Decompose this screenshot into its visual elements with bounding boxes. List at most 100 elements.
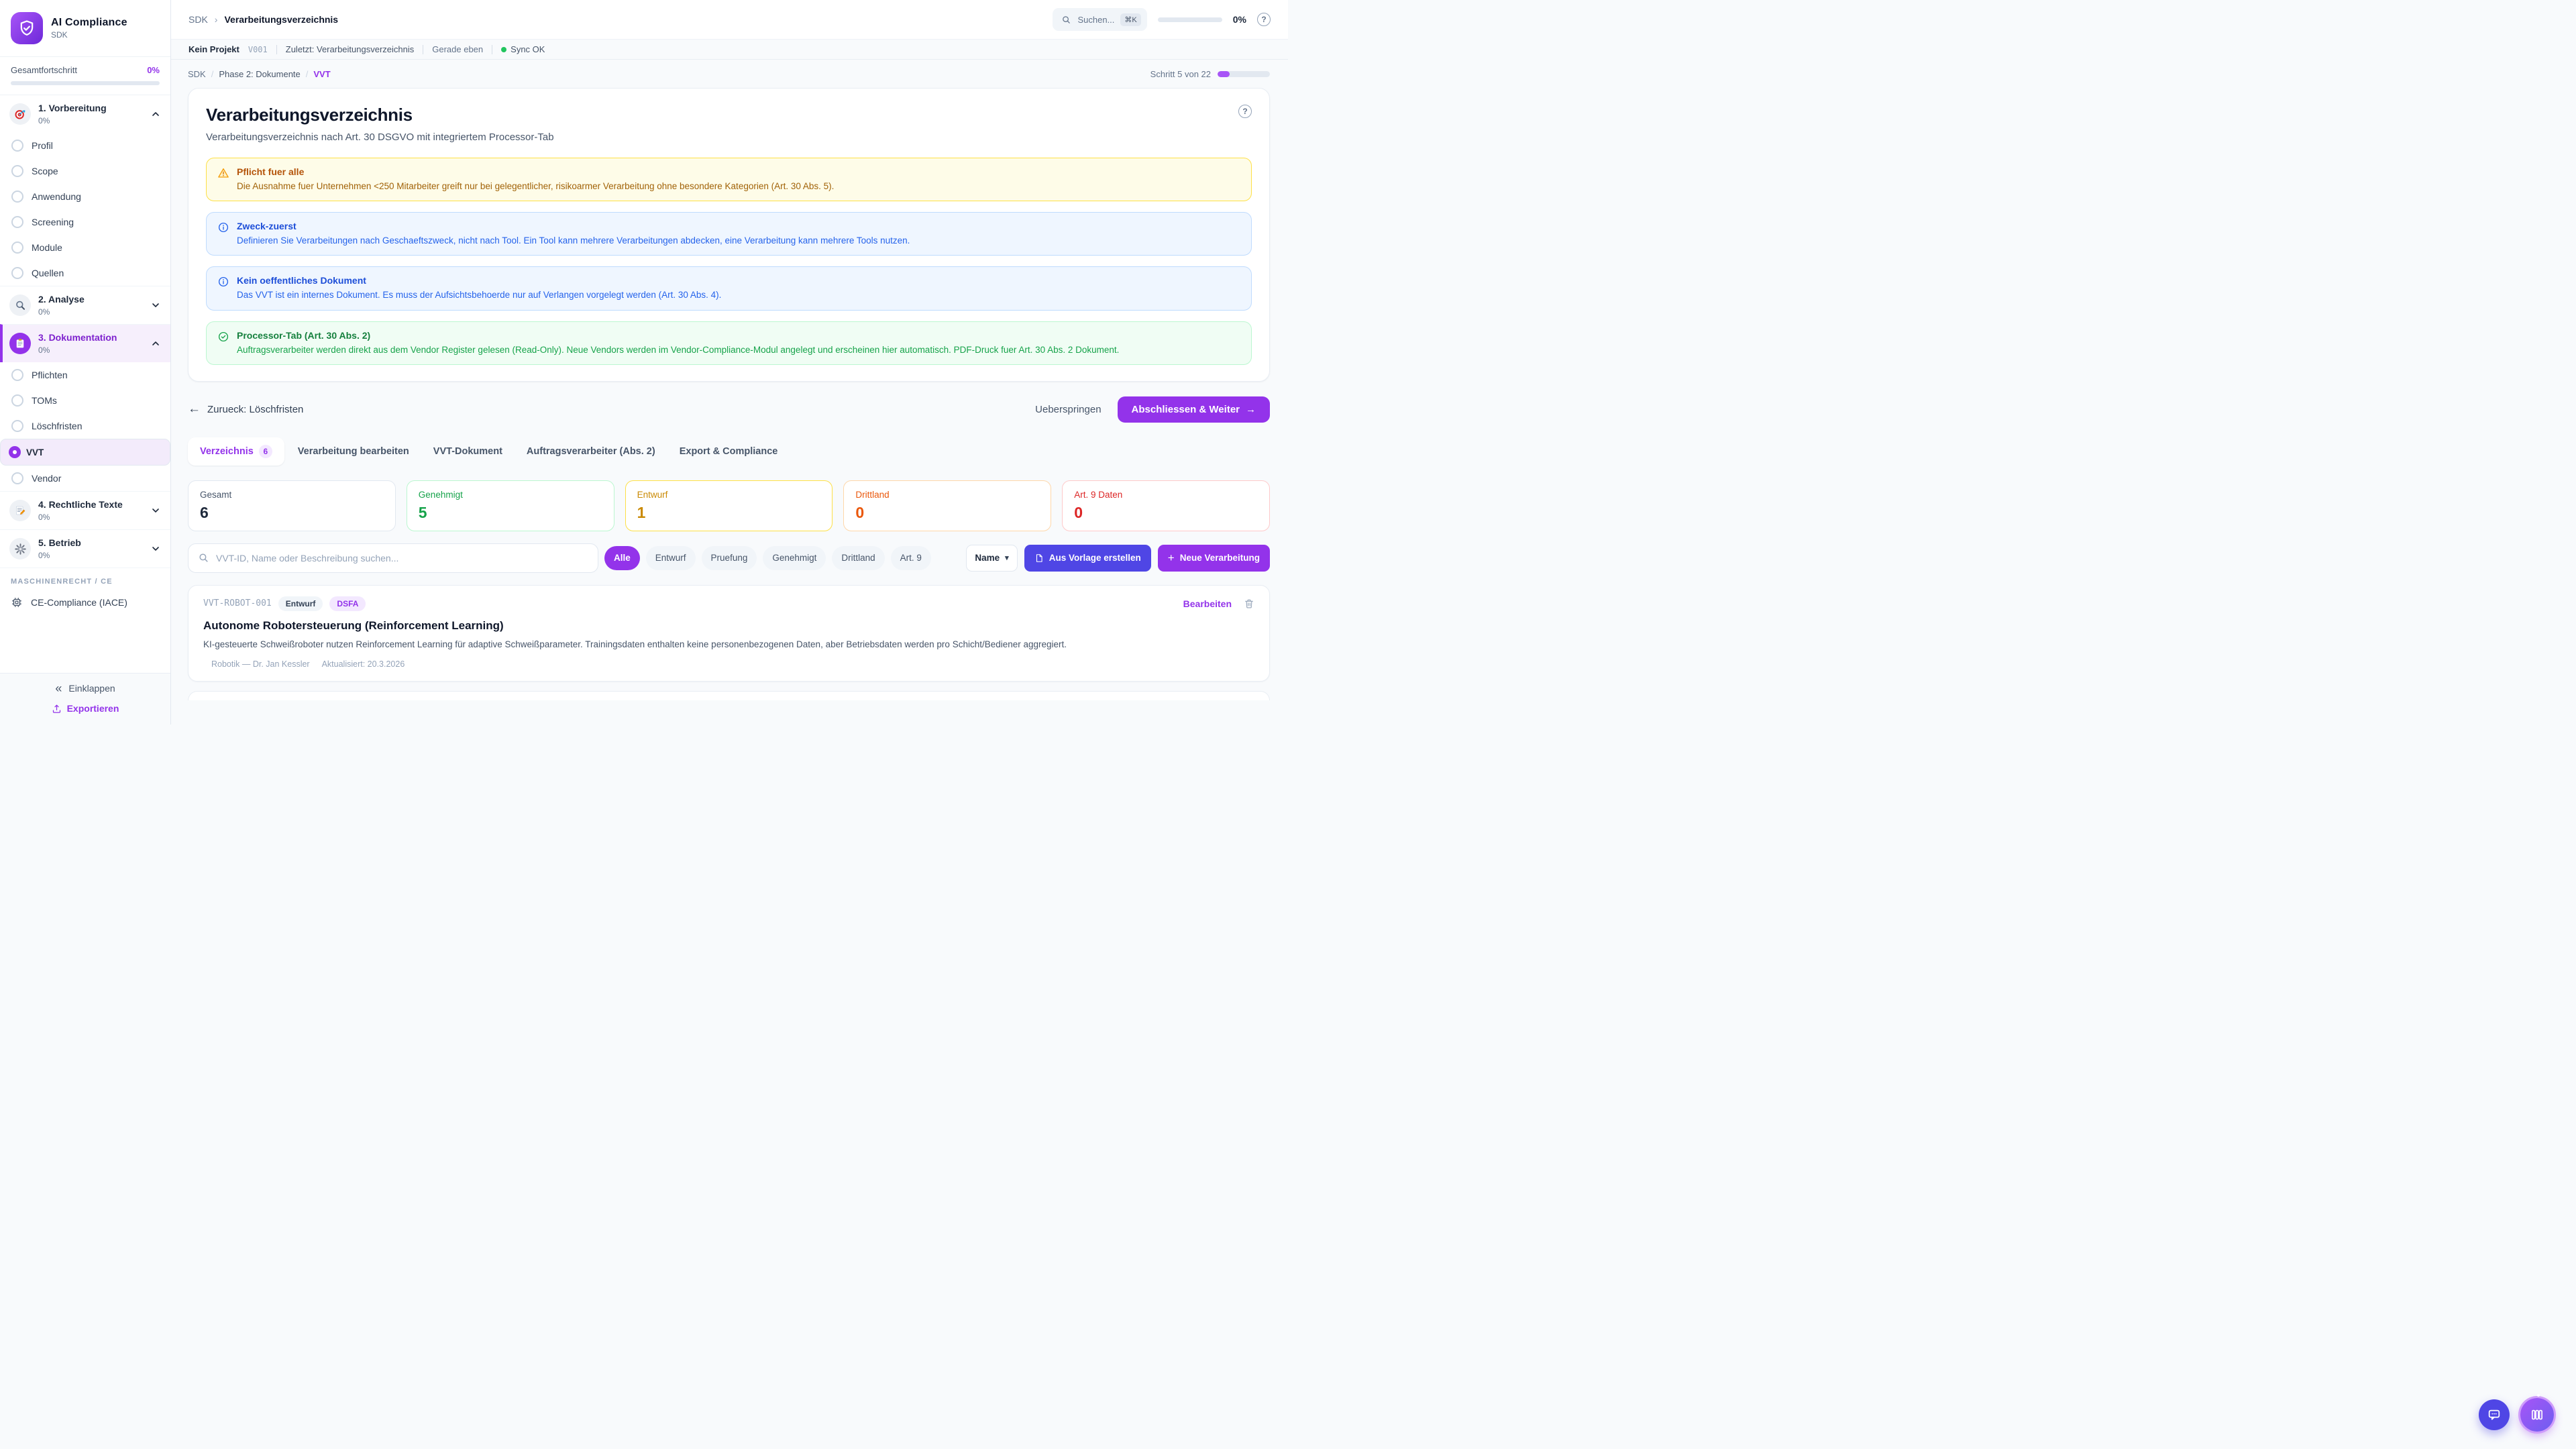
tab-auftragsverarbeiter[interactable]: Auftragsverarbeiter (Abs. 2) [516,439,666,464]
record-search[interactable] [188,543,598,573]
tab-count-badge: 6 [259,445,272,458]
sidebar-item-scope[interactable]: Scope [0,158,170,184]
search-icon [1061,15,1071,25]
chat-bubble-icon [2487,1407,2502,1422]
sidebar-item-ce-compliance[interactable]: CE-Compliance (IACE) [0,590,170,615]
target-icon [9,103,31,125]
tab-verarbeitung-bearbeiten[interactable]: Verarbeitung bearbeiten [287,439,420,464]
sidebar-section-rechtliche-texte[interactable]: 4. Rechtliche Texte 0% [0,491,170,529]
filter-chip-drittland[interactable]: Drittland [832,546,884,570]
stat-value: 6 [200,504,384,522]
sidebar-item-toms[interactable]: TOMs [0,388,170,413]
stat-art9: Art. 9 Daten 0 [1062,480,1270,531]
record-id: VVT-ROBOT-001 [203,598,272,608]
sort-select[interactable]: Name ▾ [966,545,1017,572]
stat-value: 0 [1074,504,1258,522]
slash-separator: / [211,69,214,79]
chevron-up-icon [150,338,161,349]
back-link[interactable]: ← Zurueck: Löschfristen [188,402,303,417]
stat-label: Entwurf [637,490,821,500]
record-owner: Robotik — Dr. Jan Kessler [211,659,310,669]
stat-genehmigt: Genehmigt 5 [407,480,614,531]
chevron-down-icon: ▾ [1005,553,1009,562]
radio-unchecked-icon [11,140,23,152]
step-progress-bar [1218,71,1270,77]
overall-progress-value: 0% [147,65,160,75]
create-from-template-button[interactable]: Aus Vorlage erstellen [1024,545,1151,572]
new-record-button[interactable]: + Neue Verarbeitung [1158,545,1270,572]
sidebar-item-module[interactable]: Module [0,235,170,260]
section-percent: 0% [38,307,143,317]
tab-label: Verzeichnis [200,446,254,457]
collapse-sidebar-button[interactable]: « Einklappen [55,683,115,694]
keyboard-shortcut-badge: ⌘K [1120,13,1140,26]
board-view-fab-button[interactable] [2520,1398,2554,1432]
page-title: Verarbeitungsverzeichnis [206,105,1238,125]
tab-vvt-dokument[interactable]: VVT-Dokument [423,439,513,464]
export-button[interactable]: Exportieren [52,703,119,714]
breadcrumb-current: Verarbeitungsverzeichnis [224,14,338,25]
sidebar-section-analyse[interactable]: 2. Analyse 0% [0,286,170,324]
breadcrumb-vvt: VVT [313,69,330,79]
trash-icon[interactable] [1244,598,1254,609]
radio-unchecked-icon [11,241,23,254]
filter-chip-entwurf[interactable]: Entwurf [646,546,696,570]
radio-unchecked-icon [11,369,23,381]
gear-icon [9,538,31,559]
radio-unchecked-icon [11,472,23,484]
filter-chip-genehmigt[interactable]: Genehmigt [763,546,826,570]
notice-title: Pflicht fuer alle [237,166,834,177]
memo-icon [9,500,31,521]
sidebar-item-anwendung[interactable]: Anwendung [0,184,170,209]
page-subtitle: Verarbeitungsverzeichnis nach Art. 30 DS… [206,131,1238,143]
notice-body: Die Ausnahme fuer Unternehmen <250 Mitar… [237,180,834,193]
sidebar-section-betrieb[interactable]: 5. Betrieb 0% [0,529,170,568]
edit-record-button[interactable]: Bearbeiten [1183,598,1232,609]
notice-title: Processor-Tab (Art. 30 Abs. 2) [237,330,1119,341]
filter-chip-alle[interactable]: Alle [604,546,640,570]
radio-unchecked-icon [11,216,23,228]
arrow-left-icon: ← [188,402,201,417]
breadcrumb-root[interactable]: SDK [189,14,208,25]
notice-success: Processor-Tab (Art. 30 Abs. 2) Auftragsv… [206,321,1252,365]
shield-check-icon [11,12,43,44]
sidebar-section-vorbereitung[interactable]: 1. Vorbereitung 0% [0,95,170,133]
breadcrumb-sdk[interactable]: SDK [188,69,206,79]
sidebar-item-pflichten[interactable]: Pflichten [0,362,170,388]
overall-progress-label: Gesamtfortschritt [11,65,77,75]
notice-warning: Pflicht fuer alle Die Ausnahme fuer Unte… [206,158,1252,201]
filter-chip-pruefung[interactable]: Pruefung [702,546,757,570]
section-percent: 0% [38,551,143,560]
sidebar-item-profil[interactable]: Profil [0,133,170,158]
overall-progress: Gesamtfortschritt 0% [0,57,170,95]
plus-icon: + [1168,551,1175,565]
sync-label: Sync OK [511,44,545,54]
sidebar-section-dokumentation[interactable]: 3. Dokumentation 0% [0,324,170,362]
complete-next-button[interactable]: Abschliessen & Weiter → [1118,396,1270,423]
tab-export-compliance[interactable]: Export & Compliance [669,439,789,464]
magnifier-icon [9,294,31,316]
help-icon[interactable]: ? [1257,13,1271,26]
tab-verzeichnis[interactable]: Verzeichnis 6 [188,437,284,466]
sidebar-footer: « Einklappen Exportieren [0,673,170,724]
sidebar: AI Compliance SDK Gesamtfortschritt 0% 1… [0,0,171,724]
record-description: KI-gesteuerte Schweißroboter nutzen Rein… [203,639,1142,651]
global-search-button[interactable]: Suchen... ⌘K [1053,8,1146,31]
stat-label: Art. 9 Daten [1074,490,1258,500]
stat-entwurf: Entwurf 1 [625,480,833,531]
sidebar-item-vendor[interactable]: Vendor [0,466,170,491]
record-card[interactable]: VVT-ROBOT-001 Entwurf DSFA Bearbeiten Au… [188,585,1270,682]
stat-label: Gesamt [200,490,384,500]
card-help-icon[interactable]: ? [1238,105,1252,118]
sidebar-item-loeschfristen[interactable]: Löschfristen [0,413,170,439]
sidebar-item-screening[interactable]: Screening [0,209,170,235]
skip-button[interactable]: Ueberspringen [1035,404,1101,415]
breadcrumb-phase[interactable]: Phase 2: Dokumente [219,69,300,79]
record-search-input[interactable] [216,553,588,564]
warning-triangle-icon [217,167,229,193]
divider [276,45,277,54]
sidebar-item-quellen[interactable]: Quellen [0,260,170,286]
sidebar-item-vvt[interactable]: VVT [0,439,170,466]
filter-chip-art9[interactable]: Art. 9 [891,546,931,570]
chat-fab-button[interactable] [2479,1399,2510,1430]
